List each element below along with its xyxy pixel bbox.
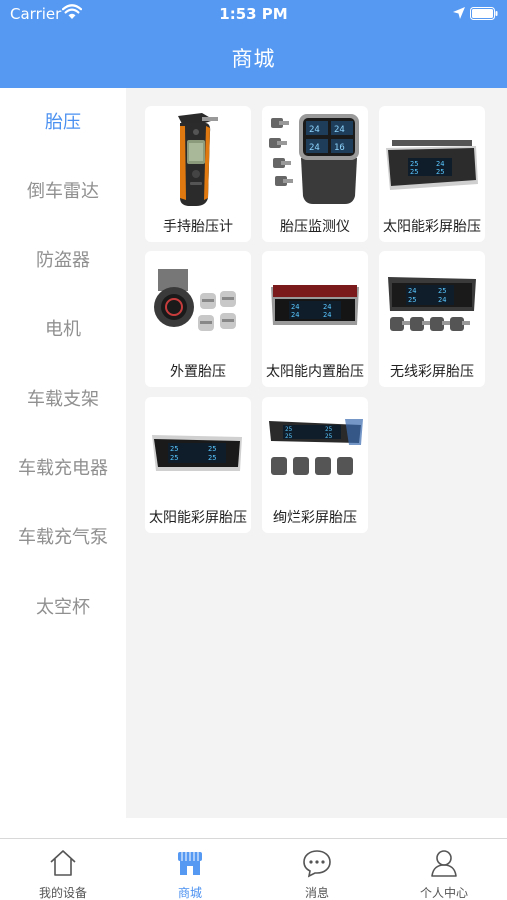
- product-name: 太阳能内置胎压: [266, 364, 364, 380]
- sidebar-item-tire-pressure[interactable]: 胎压: [0, 103, 126, 143]
- svg-text:24: 24: [309, 125, 320, 135]
- header: Carrier 1:53 PM 商城: [0, 0, 507, 88]
- svg-text:24: 24: [334, 125, 345, 135]
- product-name: 绚烂彩屏胎压: [273, 510, 357, 526]
- brilliant-color-screen-image: 25 2525 25: [269, 419, 363, 475]
- tpms-monitor-image: 24 24 24 16: [269, 114, 359, 204]
- svg-text:24: 24: [291, 311, 299, 319]
- product-card[interactable]: 外置胎压: [145, 251, 251, 387]
- tab-store[interactable]: 商城: [127, 839, 253, 900]
- sidebar-item-car-mount[interactable]: 车载支架: [0, 380, 126, 420]
- clock: 1:53 PM: [219, 5, 288, 23]
- wireless-color-screen-image: 24 2525 24: [388, 277, 476, 331]
- product-card[interactable]: 25 25 25 25 太阳能彩屏胎压: [145, 397, 251, 533]
- sidebar-item-car-charger[interactable]: 车载充电器: [0, 449, 126, 489]
- product-name: 太阳能彩屏胎压: [383, 219, 481, 235]
- product-name: 胎压监测仪: [280, 219, 350, 235]
- product-card[interactable]: 24 24 24 16 胎压监测仪: [262, 106, 368, 242]
- svg-text:24: 24: [408, 287, 416, 295]
- solar-color-screen-image: 25 2425 25: [386, 140, 478, 190]
- battery-icon: [470, 7, 498, 20]
- svg-text:24: 24: [438, 296, 446, 304]
- svg-text:25: 25: [208, 445, 216, 453]
- tab-my-devices[interactable]: 我的设备: [0, 839, 126, 900]
- product-card[interactable]: 25 25 25 25 绚烂彩屏胎压: [262, 397, 368, 533]
- svg-text:25: 25: [208, 454, 216, 462]
- product-card[interactable]: 24 25 25 24 无线彩屏胎压: [379, 251, 485, 387]
- svg-text:25: 25: [170, 445, 178, 453]
- svg-text:24: 24: [323, 303, 331, 311]
- product-grid: 手持胎压计 24 24 24 16 胎压监测仪 25 24 25 25 太阳能彩…: [126, 88, 507, 818]
- tab-bar: 我的设备 商城 消息 个人中心: [0, 838, 507, 900]
- product-card[interactable]: 手持胎压计: [145, 106, 251, 242]
- product-card[interactable]: 24 24 24 24 太阳能内置胎压: [262, 251, 368, 387]
- tab-label: 商城: [177, 886, 202, 900]
- product-card[interactable]: 25 24 25 25 太阳能彩屏胎压: [379, 106, 485, 242]
- home-icon: [50, 850, 76, 876]
- svg-text:25: 25: [285, 426, 293, 433]
- store-icon: [178, 852, 202, 875]
- svg-text:25: 25: [438, 287, 446, 295]
- svg-text:24: 24: [323, 311, 331, 319]
- product-name: 无线彩屏胎压: [390, 364, 474, 380]
- svg-text:25: 25: [410, 168, 418, 176]
- status-bar: Carrier 1:53 PM: [0, 0, 507, 28]
- product-name: 太阳能彩屏胎压: [149, 510, 247, 526]
- message-icon: [303, 850, 331, 878]
- page-title: 商城: [231, 47, 276, 71]
- svg-text:25: 25: [325, 426, 333, 433]
- sidebar-item-air-pump[interactable]: 车载充气泵: [0, 518, 126, 558]
- external-sensor-image: [154, 269, 236, 331]
- sidebar-item-motor[interactable]: 电机: [0, 310, 126, 350]
- product-name: 手持胎压计: [163, 219, 233, 235]
- location-arrow-icon: [453, 7, 465, 19]
- tab-profile[interactable]: 个人中心: [381, 839, 507, 900]
- tab-label: 我的设备: [38, 886, 87, 900]
- tab-messages[interactable]: 消息: [254, 839, 380, 900]
- handheld-gauge-image: [178, 113, 218, 206]
- solar-internal-image: 24 2424 24: [271, 285, 359, 325]
- person-icon: [431, 850, 457, 877]
- sidebar-item-reverse-radar[interactable]: 倒车雷达: [0, 172, 126, 212]
- svg-text:24: 24: [291, 303, 299, 311]
- svg-text:25: 25: [410, 160, 418, 168]
- solar-color-screen-2-image: 25 2525 25: [152, 435, 242, 471]
- category-sidebar: 胎压 倒车雷达 防盗器 电机 车载支架 车载充电器 车载充气泵 太空杯: [0, 88, 126, 818]
- svg-text:25: 25: [170, 454, 178, 462]
- sidebar-item-anti-theft[interactable]: 防盗器: [0, 241, 126, 281]
- svg-text:24: 24: [436, 160, 444, 168]
- tab-label: 个人中心: [419, 886, 468, 900]
- svg-text:25: 25: [325, 433, 333, 440]
- product-name: 外置胎压: [170, 364, 226, 380]
- svg-text:25: 25: [436, 168, 444, 176]
- tab-label: 消息: [304, 886, 329, 900]
- svg-text:16: 16: [334, 143, 345, 153]
- svg-text:24: 24: [309, 143, 320, 153]
- sidebar-item-space-cup[interactable]: 太空杯: [0, 588, 126, 628]
- svg-text:25: 25: [285, 433, 293, 440]
- svg-text:25: 25: [408, 296, 416, 304]
